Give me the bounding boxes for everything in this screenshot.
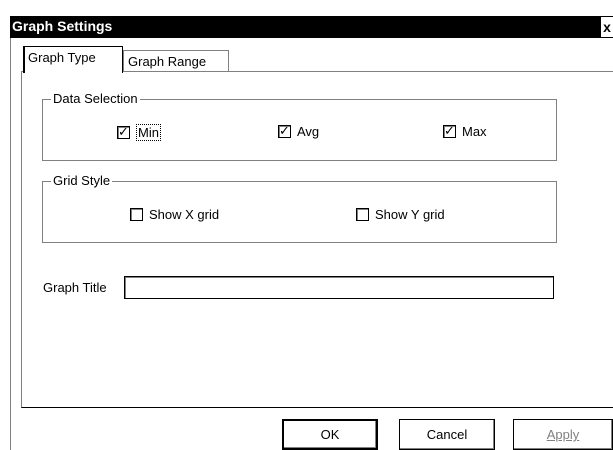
tab-graph-range[interactable]: Graph Range: [123, 50, 229, 72]
min-checkbox-label: Min: [136, 124, 161, 141]
show-x-grid-checkbox-box[interactable]: [130, 208, 143, 221]
max-checkbox[interactable]: ✓ Max: [443, 123, 487, 139]
show-y-grid-checkbox-box[interactable]: [356, 208, 369, 221]
window-title: Graph Settings: [12, 18, 113, 34]
checkmark-icon: ✓: [118, 124, 129, 139]
show-x-grid-checkbox[interactable]: Show X grid: [130, 207, 219, 222]
ok-button[interactable]: OK: [282, 419, 378, 450]
data-selection-legend: Data Selection: [51, 91, 140, 106]
window-border: [10, 38, 11, 450]
cancel-button[interactable]: Cancel: [399, 419, 495, 450]
max-checkbox-box[interactable]: ✓: [443, 123, 456, 138]
graph-title-label: Graph Title: [43, 280, 107, 295]
avg-checkbox-label: Avg: [297, 124, 320, 139]
avg-checkbox[interactable]: ✓ Avg: [278, 123, 320, 139]
checkmark-icon: ✓: [444, 123, 455, 138]
apply-button[interactable]: Apply: [513, 419, 613, 450]
avg-checkbox-box[interactable]: ✓: [278, 123, 291, 138]
graph-title-input[interactable]: [124, 276, 554, 299]
min-checkbox[interactable]: ✓ Min: [117, 124, 161, 141]
min-checkbox-box[interactable]: ✓: [117, 124, 130, 139]
show-y-grid-label: Show Y grid: [375, 207, 445, 222]
close-icon[interactable]: x: [601, 17, 613, 37]
show-x-grid-label: Show X grid: [149, 207, 220, 222]
checkmark-icon: ✓: [279, 123, 290, 138]
grid-style-group: Grid Style: [42, 173, 557, 243]
show-y-grid-checkbox[interactable]: Show Y grid: [356, 207, 445, 222]
max-checkbox-label: Max: [462, 124, 487, 139]
grid-style-legend: Grid Style: [51, 173, 113, 188]
tab-graph-type[interactable]: Graph Type: [23, 46, 123, 73]
title-bar: Graph Settings x: [10, 16, 613, 38]
